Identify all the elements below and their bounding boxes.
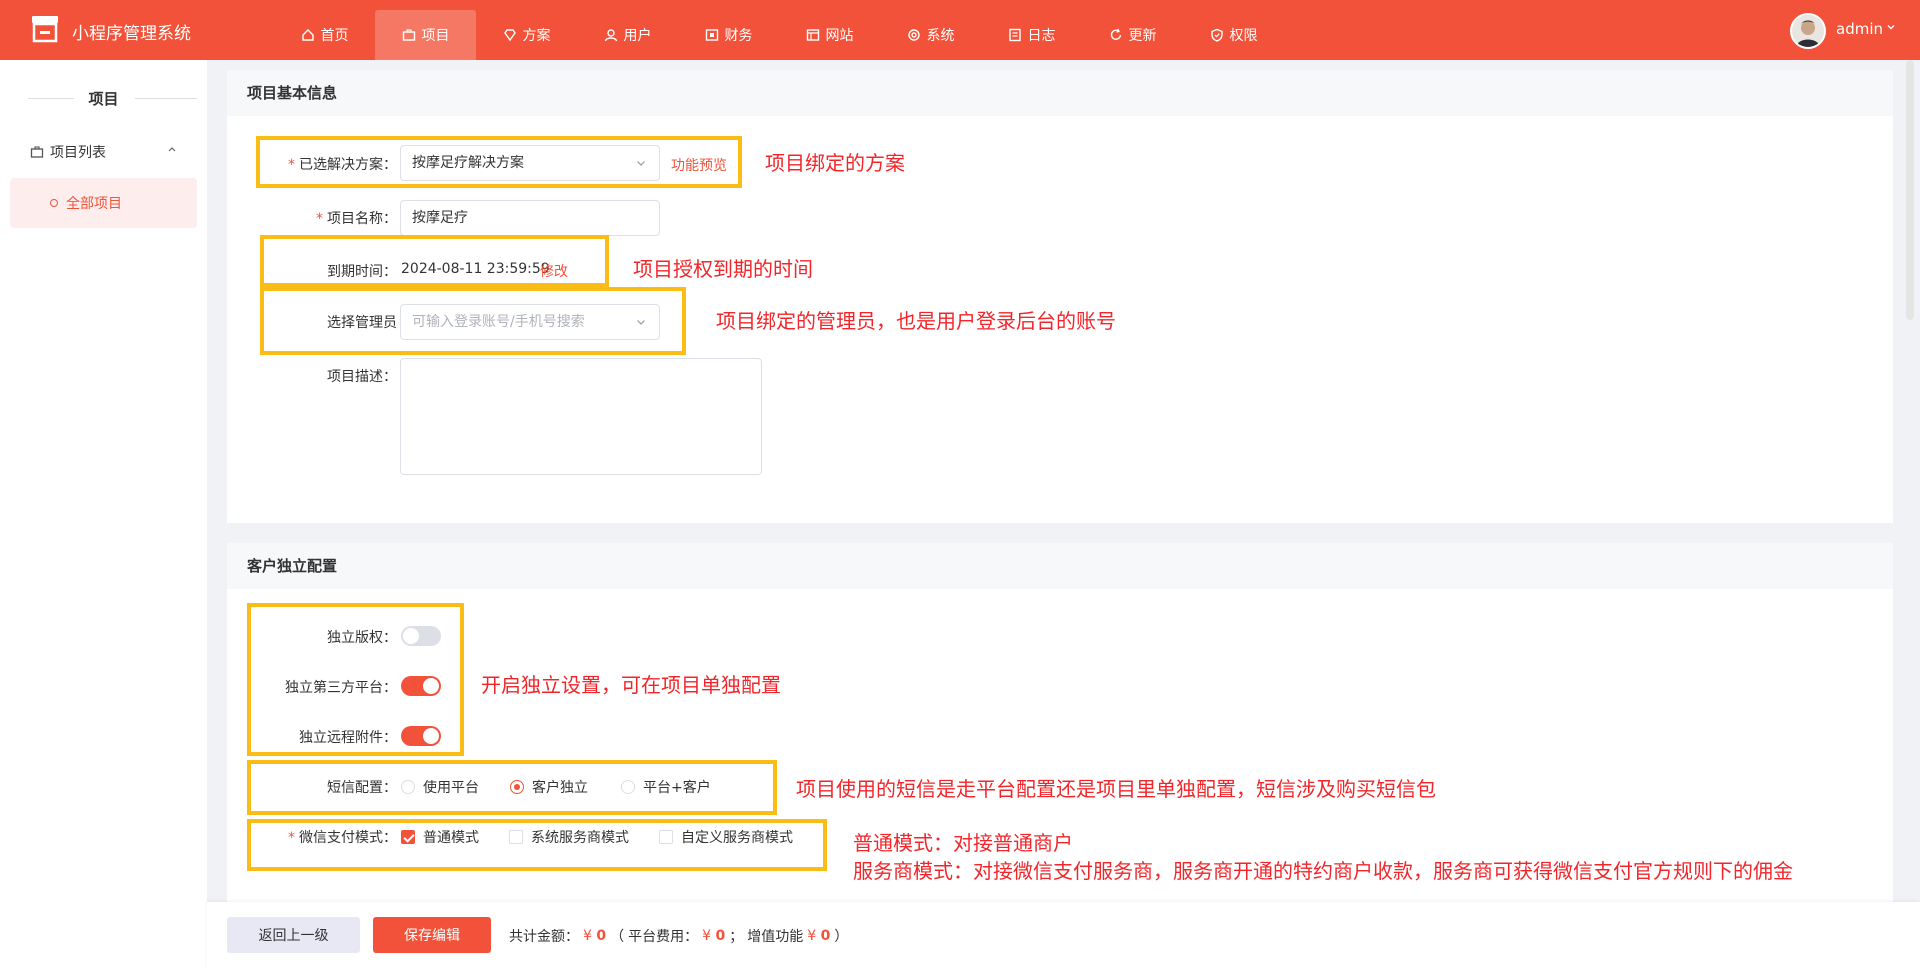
sidebar-group-project-list[interactable]: 项目列表	[30, 142, 182, 162]
nav-label: 日志	[1027, 28, 1056, 44]
paren-close: ）	[834, 929, 849, 945]
main-nav: 首页 项目 方案 用户 财务 网站 系统 日志 更新 权限	[274, 10, 1284, 60]
addon-amount: ¥ 0	[807, 928, 831, 944]
nav-solution[interactable]: 方案	[476, 10, 577, 60]
name-input[interactable]: 按摩足疗	[400, 200, 660, 236]
nav-label: 网站	[825, 28, 854, 44]
annotation-box	[247, 819, 827, 871]
wallet-icon	[705, 29, 718, 41]
annotation-box	[260, 235, 609, 287]
section-title: 项目基本信息	[227, 70, 1893, 116]
annotation-box	[260, 287, 686, 355]
sidebar-item-all-projects[interactable]: 全部项目	[10, 178, 197, 228]
refresh-icon	[1110, 28, 1121, 40]
divider	[135, 98, 197, 99]
nav-finance[interactable]: 财务	[678, 10, 779, 60]
section-title: 客户独立配置	[227, 543, 1893, 589]
nav-update[interactable]: 更新	[1082, 10, 1183, 60]
back-button[interactable]: 返回上一级	[227, 917, 360, 953]
annotation-box	[247, 603, 464, 756]
user-avatar[interactable]	[1790, 13, 1826, 49]
total-amount: ¥ 0	[583, 928, 607, 944]
nav-system[interactable]: 系统	[880, 10, 981, 60]
annotation-wxpay-normal: 普通模式：对接普通商户	[853, 831, 1073, 855]
top-bar: 小程序管理系统 首页 项目 方案 用户 财务 网站 系统 日志 更新 权限 ad…	[0, 0, 1920, 60]
annotation-solution: 项目绑定的方案	[765, 151, 905, 175]
home-icon	[301, 29, 314, 41]
desc-label: 项目描述：	[327, 369, 397, 385]
shield-icon	[1210, 28, 1223, 42]
nav-label: 用户	[623, 28, 652, 44]
nav-label: 方案	[522, 28, 551, 44]
users-icon	[604, 29, 617, 42]
scrollbar[interactable]	[1906, 60, 1914, 320]
chevron-up-icon	[168, 147, 176, 152]
sidebar-group-label: 项目列表	[50, 145, 106, 161]
annotation-box	[247, 760, 777, 815]
sidebar-item-label: 全部项目	[66, 196, 122, 212]
annotation-wxpay-provider: 服务商模式：对接微信支付服务商，服务商开通的特约商户收款，服务商可获得微信支付官…	[853, 859, 1793, 883]
nav-users[interactable]: 用户	[577, 10, 678, 60]
nav-label: 权限	[1229, 28, 1258, 44]
browser-icon	[806, 29, 819, 41]
annotation-expire: 项目授权到期的时间	[633, 257, 813, 281]
name-value: 按摩足疗	[412, 210, 468, 226]
user-name[interactable]: admin	[1836, 20, 1883, 38]
nav-log[interactable]: 日志	[981, 10, 1082, 60]
annotation-sms: 项目使用的短信是走平台配置还是项目里单独配置，短信涉及购买短信包	[796, 777, 1436, 801]
nav-label: 更新	[1128, 28, 1157, 44]
sidebar: 项目 项目列表 全部项目	[0, 60, 207, 968]
avatar-image	[1792, 15, 1824, 47]
annotation-independent: 开启独立设置，可在项目单独配置	[481, 673, 781, 697]
briefcase-icon	[30, 146, 44, 158]
action-footer: 返回上一级 保存编辑 共计金额： ¥ 0 （ 平台费用： ¥ 0 ； 增值功能 …	[207, 902, 1920, 968]
separator: ；	[729, 929, 744, 945]
nav-permission[interactable]: 权限	[1183, 10, 1284, 60]
gear-icon	[907, 29, 920, 41]
annotation-box	[256, 136, 742, 188]
name-label: * 项目名称：	[316, 211, 397, 227]
desc-textarea[interactable]	[400, 358, 762, 475]
platform-amount: ¥ 0	[702, 928, 726, 944]
document-icon	[1008, 28, 1021, 42]
annotation-admin: 项目绑定的管理员，也是用户登录后台的账号	[716, 309, 1116, 333]
store-logo-icon	[32, 16, 58, 43]
nav-home[interactable]: 首页	[274, 10, 375, 60]
paren-open: （	[610, 929, 625, 945]
save-button[interactable]: 保存编辑	[373, 917, 491, 953]
bullet-icon	[50, 199, 58, 207]
app-title: 小程序管理系统	[72, 24, 191, 44]
nav-label: 项目	[421, 28, 450, 44]
briefcase-icon	[402, 29, 415, 41]
nav-website[interactable]: 网站	[779, 10, 880, 60]
platform-label: 平台费用：	[628, 929, 699, 945]
nav-label: 系统	[926, 28, 955, 44]
total-summary: 共计金额： ¥ 0 （ 平台费用： ¥ 0 ； 增值功能 ¥ 0 ）	[509, 926, 848, 946]
chevron-down-icon[interactable]	[1886, 22, 1896, 32]
nav-project[interactable]: 项目	[375, 10, 476, 60]
addon-label: 增值功能	[747, 929, 804, 945]
total-label: 共计金额：	[509, 929, 579, 945]
nav-label: 首页	[320, 28, 349, 44]
diamond-icon	[503, 29, 516, 42]
nav-label: 财务	[724, 28, 753, 44]
